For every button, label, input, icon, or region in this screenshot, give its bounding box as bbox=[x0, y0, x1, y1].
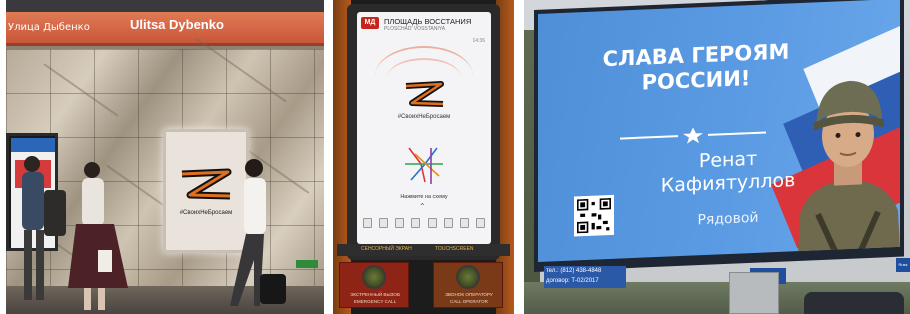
screen-icon-row bbox=[363, 218, 485, 232]
menu-icon[interactable] bbox=[427, 218, 437, 228]
billboard-photo: СЛАВА ГЕРОЯМ РОССИИ! Ренат Кафиятуллов Р… bbox=[524, 0, 910, 314]
call-operator-panel: ЗВОНОК ОПЕРАТОРУ CALL OPERATOR bbox=[433, 262, 503, 308]
emergency-call-panel: ЭКСТРЕННЫЙ ВЫЗОВ EMERGENCY CALL bbox=[339, 262, 409, 308]
station-name-en: Ulitsa Dybenko bbox=[130, 17, 224, 32]
qr-code-icon[interactable] bbox=[574, 194, 614, 237]
billboard-pole bbox=[729, 272, 779, 314]
menu-icon[interactable] bbox=[379, 218, 389, 228]
touchscreen-label-ru: СЕНСОРНЫЙ ЭКРАН bbox=[361, 246, 412, 252]
station-title: ПЛОЩАДЬ ВОССТАНИЯ bbox=[384, 17, 472, 26]
touchscreen-label-en: TOUCHSCREEN bbox=[435, 246, 474, 252]
passenger-figure bbox=[68, 162, 128, 310]
billboard-phone: тел.: (812) 438-4848 bbox=[546, 268, 602, 274]
screen-hashtag: #СвоихНеБросаем bbox=[397, 114, 451, 120]
z-ribbon-icon bbox=[405, 81, 444, 107]
emergency-call-label-ru: ЭКСТРЕННЫЙ ВЫЗОВ bbox=[350, 292, 400, 297]
metro-station-photo: Улица Дыбенко Ulitsa Dybenko #СвоихНеБро… bbox=[6, 0, 324, 314]
billboard-contract: договор: Т-02/2017 bbox=[546, 278, 599, 284]
call-operator-label-en: CALL OPERATOR bbox=[450, 299, 488, 304]
call-operator-label-ru: ЗВОНОК ОПЕРАТОРУ bbox=[445, 292, 493, 297]
tap-map-hint: Нажмите на схему bbox=[400, 194, 448, 200]
soldier-portrait bbox=[798, 80, 900, 256]
photo-collage: Улица Дыбенко Ulitsa Dybenko #СвоихНеБро… bbox=[0, 0, 910, 314]
screen-time: 14:36 bbox=[472, 38, 485, 44]
chevron-up-icon[interactable]: ⌃ bbox=[419, 202, 426, 211]
menu-icon[interactable] bbox=[475, 218, 485, 228]
emergency-call-label-en: EMERGENCY CALL bbox=[353, 299, 397, 304]
billboard-poster: СЛАВА ГЕРОЯМ РОССИИ! Ренат Кафиятуллов Р… bbox=[538, 0, 900, 263]
menu-icon[interactable] bbox=[395, 218, 405, 228]
station-name-ru: Улица Дыбенко bbox=[8, 22, 90, 33]
menu-icon[interactable] bbox=[443, 218, 453, 228]
star-emblem-icon bbox=[620, 127, 766, 144]
passenger-figure bbox=[230, 159, 286, 306]
metro-logo: МД bbox=[361, 17, 379, 29]
menu-icon[interactable] bbox=[459, 218, 469, 228]
passenger-figure bbox=[22, 156, 66, 300]
russ-logo-small: Russ bbox=[896, 258, 910, 272]
call-operator-button[interactable] bbox=[456, 265, 480, 289]
metro-map-icon[interactable] bbox=[401, 142, 447, 188]
exit-sign bbox=[296, 260, 318, 268]
car bbox=[804, 292, 904, 314]
metro-kiosk-photo: МД ПЛОЩАДЬ ВОССТАНИЯ PLOSCHAD' VOSSTANIY… bbox=[333, 0, 514, 314]
station-subtitle: PLOSCHAD' VOSSTANIYA bbox=[384, 26, 446, 32]
kiosk-screen[interactable]: МД ПЛОЩАДЬ ВОССТАНИЯ PLOSCHAD' VOSSTANIY… bbox=[357, 12, 491, 244]
emergency-call-button[interactable] bbox=[362, 265, 386, 289]
menu-icon[interactable] bbox=[363, 218, 372, 228]
poster-headline: СЛАВА ГЕРОЯМ РОССИИ! bbox=[596, 39, 796, 97]
menu-icon[interactable] bbox=[411, 218, 421, 228]
